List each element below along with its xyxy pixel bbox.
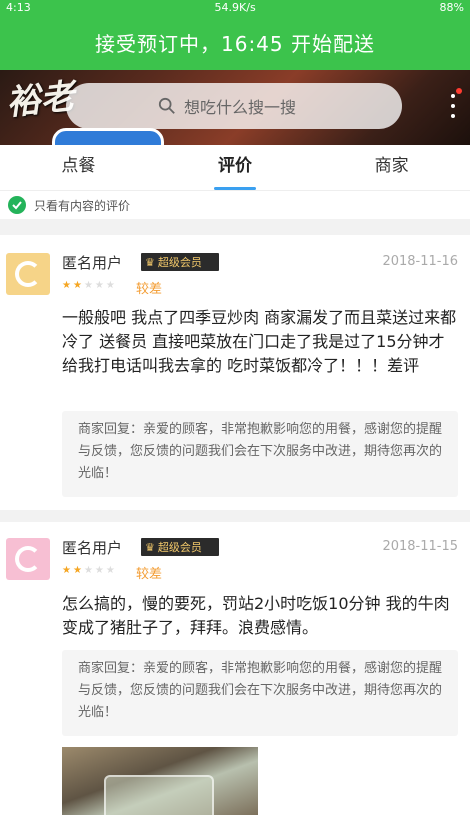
- star-icon: ★★★: [83, 280, 117, 291]
- more-dot-icon: [451, 104, 455, 108]
- tab-merchant[interactable]: 商家: [313, 145, 470, 190]
- status-bar: 4:13 54.9K/s 88%: [0, 0, 470, 14]
- star-rating: ★★★★★: [62, 565, 117, 576]
- avatar: [6, 253, 50, 295]
- more-dot-icon: [451, 114, 455, 118]
- tab-order[interactable]: 点餐: [0, 145, 157, 190]
- shop-tabs: 点餐 评价 商家: [0, 145, 470, 191]
- review-content: 怎么搞的，慢的要死，罚站2小时吃饭10分钟 我的牛肉变成了猪肚子了，拜拜。浪费感…: [62, 594, 450, 637]
- star-icon: ★★: [62, 565, 84, 576]
- review-username: 匿名用户: [62, 539, 123, 557]
- review-divider: [0, 510, 470, 522]
- merchant-reply: 商家回复：亲爱的顾客，非常抱歉影响您的用餐，感谢您的提醒与反馈，您反馈的问题我们…: [62, 411, 458, 497]
- badge-label: 超级会员: [157, 541, 202, 554]
- search-icon: [158, 97, 175, 114]
- merchant-reply: 商家回复：亲爱的顾客，非常抱歉影响您的用餐，感谢您的提醒与反馈，您反馈的问题我们…: [62, 650, 458, 736]
- user-avatar-icon: [15, 261, 41, 287]
- notification-dot-icon: [456, 88, 462, 94]
- shop-logo-image: 裕老: [4, 76, 77, 124]
- section-divider: [0, 219, 470, 235]
- content-only-filter[interactable]: 只看有内容的评价: [0, 191, 470, 219]
- review-username: 匿名用户: [62, 254, 123, 272]
- status-time: 4:13: [6, 0, 31, 14]
- food-container-image: [104, 775, 214, 815]
- filter-label: 只看有内容的评价: [34, 198, 131, 213]
- super-member-badge: ♛ 超级会员: [141, 253, 219, 271]
- crown-icon: ♛: [145, 540, 155, 554]
- network-speed: 54.9K/s: [214, 0, 256, 14]
- rating-text: 较差: [136, 567, 163, 582]
- star-icon: ★★★: [83, 565, 117, 576]
- rating-text: 较差: [136, 282, 163, 297]
- checkmark-icon[interactable]: [8, 196, 26, 214]
- review-content: 一般般吧 我点了四季豆炒肉 商家漏发了而且菜送过来都冷了 送餐员 直接吧菜放在门…: [62, 308, 457, 375]
- review-date: 2018-11-15: [382, 539, 458, 554]
- badge-label: 超级会员: [157, 256, 202, 269]
- tab-reviews[interactable]: 评价: [157, 145, 314, 190]
- star-rating: ★★★★★: [62, 280, 117, 291]
- avatar: [6, 538, 50, 580]
- star-icon: ★★: [62, 280, 84, 291]
- battery-level: 88%: [439, 0, 464, 14]
- delivery-status-banner: 接受预订中，16:45 开始配送: [0, 14, 470, 70]
- user-avatar-icon: [15, 546, 41, 572]
- search-placeholder: 想吃什么搜一搜: [184, 98, 297, 117]
- delivery-status-text: 接受预订中，16:45 开始配送: [95, 31, 375, 56]
- more-dot-icon: [451, 94, 455, 98]
- status-indicators: 54.9K/s: [215, 1, 256, 14]
- crown-icon: ♛: [145, 255, 155, 269]
- shop-avatar-chip: [52, 128, 164, 145]
- more-options-button[interactable]: [446, 88, 462, 118]
- review-photo[interactable]: [62, 747, 258, 815]
- review-date: 2018-11-16: [382, 254, 458, 269]
- shop-header: 裕老 想吃什么搜一搜: [0, 70, 470, 145]
- search-bar[interactable]: 想吃什么搜一搜: [66, 83, 402, 129]
- super-member-badge: ♛ 超级会员: [141, 538, 219, 556]
